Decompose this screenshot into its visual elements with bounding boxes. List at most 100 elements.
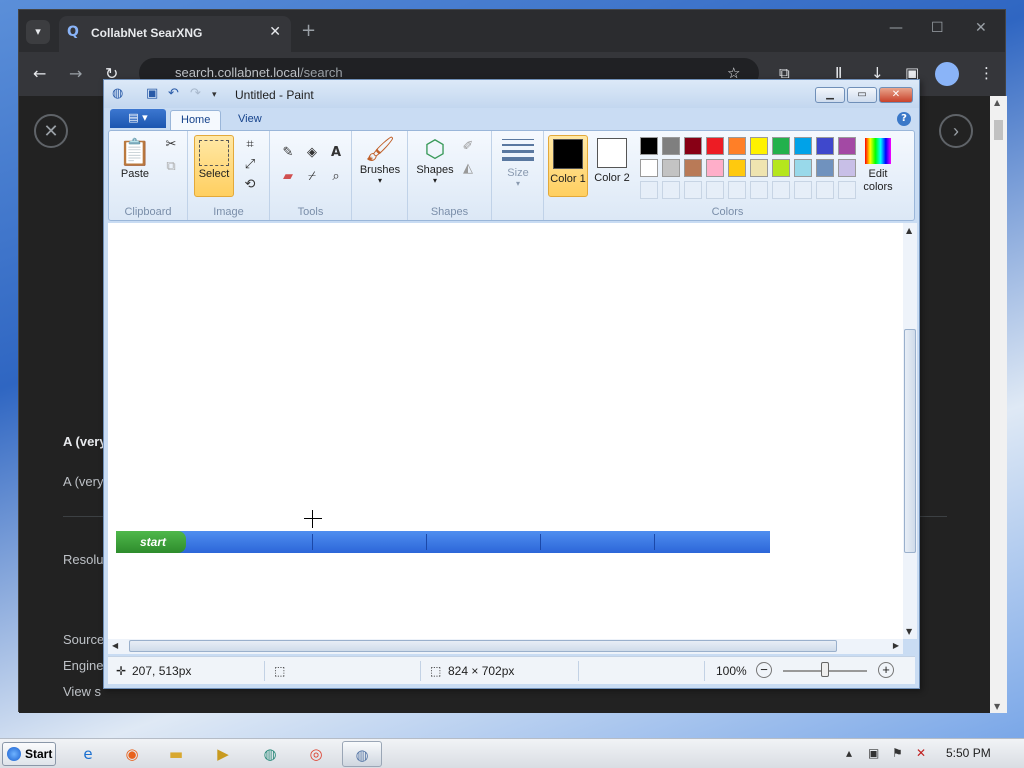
resize-icon[interactable]: ⤢	[240, 155, 260, 175]
palette-swatch[interactable]	[640, 137, 658, 155]
paint-minimize-button[interactable]: ▁	[815, 87, 845, 103]
palette-swatch[interactable]	[684, 137, 702, 155]
chrome-icon[interactable]: ◎	[296, 741, 336, 767]
palette-swatch[interactable]	[750, 137, 768, 155]
shapes-button[interactable]: ⬡ Shapes ▾	[412, 135, 458, 195]
custom-color-slot[interactable]	[684, 181, 702, 199]
canvas-vertical-scrollbar[interactable]: ▲ ▼	[903, 223, 917, 639]
scroll-left-icon[interactable]: ◀	[112, 641, 118, 650]
size-button[interactable]: Size ▾	[496, 135, 540, 195]
save-icon[interactable]: ▣	[146, 86, 158, 101]
pencil-icon[interactable]: ✎	[278, 143, 298, 163]
palette-swatch[interactable]	[662, 159, 680, 177]
horizontal-scroll-thumb[interactable]	[129, 640, 837, 652]
paint-maximize-button[interactable]: ▭	[847, 87, 877, 103]
start-button[interactable]: Start	[2, 742, 56, 766]
custom-color-slot[interactable]	[816, 181, 834, 199]
outline-icon[interactable]: ✐	[458, 137, 478, 157]
custom-color-slot[interactable]	[640, 181, 658, 199]
palette-swatch[interactable]	[706, 137, 724, 155]
palette-swatch[interactable]	[794, 159, 812, 177]
palette-swatch[interactable]	[838, 159, 856, 177]
custom-color-slot[interactable]	[706, 181, 724, 199]
scroll-up-icon[interactable]: ▲	[994, 98, 1000, 107]
shape-fill-icon[interactable]: ◭	[458, 159, 478, 179]
drawing-canvas[interactable]: start	[108, 223, 903, 639]
fill-icon[interactable]: ◈	[302, 143, 322, 163]
palette-swatch[interactable]	[728, 137, 746, 155]
palette-swatch[interactable]	[706, 159, 724, 177]
scroll-right-icon[interactable]: ▶	[893, 641, 899, 650]
result-view-source[interactable]: View s	[63, 684, 101, 699]
scroll-thumb[interactable]	[994, 120, 1003, 140]
back-icon[interactable]: ←	[33, 64, 46, 83]
minimize-icon[interactable]: —	[889, 20, 903, 36]
customize-qat-icon[interactable]: ▾	[212, 90, 217, 100]
paint-close-button[interactable]: ✕	[879, 87, 913, 103]
scroll-up-icon[interactable]: ▲	[906, 226, 912, 235]
palette-swatch[interactable]	[772, 159, 790, 177]
custom-color-slot[interactable]	[838, 181, 856, 199]
custom-color-slot[interactable]	[794, 181, 812, 199]
browser-tab[interactable]: Q CollabNet SearXNG ✕	[59, 16, 291, 52]
palette-swatch[interactable]	[750, 159, 768, 177]
color2-button[interactable]: Color 2	[592, 135, 632, 197]
firefox-icon[interactable]: ◉	[112, 741, 152, 767]
custom-color-slot[interactable]	[662, 181, 680, 199]
close-result-icon[interactable]: ✕	[34, 114, 68, 148]
palette-swatch[interactable]	[816, 159, 834, 177]
scroll-down-icon[interactable]: ▼	[994, 702, 1000, 711]
custom-color-slot[interactable]	[772, 181, 790, 199]
tab-search-button[interactable]: ▾	[26, 20, 50, 44]
help-icon[interactable]: ?	[897, 112, 911, 126]
custom-color-slot[interactable]	[750, 181, 768, 199]
result-title[interactable]: A (very	[63, 434, 107, 449]
eraser-icon[interactable]: ▰	[278, 167, 298, 187]
paste-button[interactable]: 📋 Paste	[115, 137, 155, 197]
maximize-icon[interactable]: ☐	[931, 20, 944, 36]
vertical-scroll-thumb[interactable]	[904, 329, 916, 553]
palette-swatch[interactable]	[728, 159, 746, 177]
tab-home[interactable]: Home	[170, 110, 222, 130]
palette-swatch[interactable]	[816, 137, 834, 155]
redo-icon[interactable]: ↷	[190, 86, 201, 101]
crop-icon[interactable]: ⌗	[240, 135, 260, 155]
rotate-icon[interactable]: ⟲	[240, 175, 260, 195]
page-scrollbar[interactable]: ▲ ▼	[990, 96, 1007, 713]
paint-app-icon[interactable]: ◍	[112, 86, 123, 101]
select-button[interactable]: Select	[194, 135, 234, 197]
palette-swatch[interactable]	[794, 137, 812, 155]
custom-color-slot[interactable]	[728, 181, 746, 199]
canvas-horizontal-scrollbar[interactable]: ◀ ▶	[108, 639, 903, 654]
paint-menu-button[interactable]: ▤ ▾	[110, 109, 166, 128]
show-hidden-icons-icon[interactable]: ▴	[846, 746, 852, 760]
scroll-down-icon[interactable]: ▼	[906, 627, 912, 636]
remote-app-icon[interactable]: ◍	[250, 741, 290, 767]
undo-icon[interactable]: ↶	[168, 86, 179, 101]
color-picker-icon[interactable]: ⌿	[302, 167, 322, 187]
profile-avatar[interactable]	[935, 62, 959, 86]
palette-swatch[interactable]	[838, 137, 856, 155]
menu-icon[interactable]: ⋮	[979, 64, 994, 82]
next-result-icon[interactable]: ›	[939, 114, 973, 148]
magnifier-icon[interactable]: ⌕	[326, 167, 346, 187]
palette-swatch[interactable]	[662, 137, 680, 155]
color1-button[interactable]: Color 1	[548, 135, 588, 197]
close-window-icon[interactable]: ✕	[975, 20, 987, 36]
text-icon[interactable]: A	[326, 143, 346, 163]
zoom-out-button[interactable]: −	[756, 662, 772, 678]
clock[interactable]: 5:50 PM	[946, 746, 991, 760]
network-icon[interactable]: ▣	[868, 746, 879, 760]
ie-icon[interactable]: e	[68, 741, 108, 767]
zoom-in-button[interactable]: +	[878, 662, 894, 678]
cut-icon[interactable]: ✂	[161, 135, 181, 155]
tab-close-icon[interactable]: ✕	[269, 24, 281, 40]
paint-taskbar-icon[interactable]: ◍	[342, 741, 382, 767]
forward-icon[interactable]: →	[69, 64, 82, 83]
palette-swatch[interactable]	[772, 137, 790, 155]
zoom-slider-handle[interactable]	[821, 662, 829, 677]
copy-icon[interactable]: ⧉	[161, 157, 181, 177]
media-player-icon[interactable]: ▶	[203, 741, 243, 767]
folder-icon[interactable]: ▬	[156, 741, 196, 767]
action-center-flag-icon[interactable]: ⚑	[892, 746, 903, 760]
